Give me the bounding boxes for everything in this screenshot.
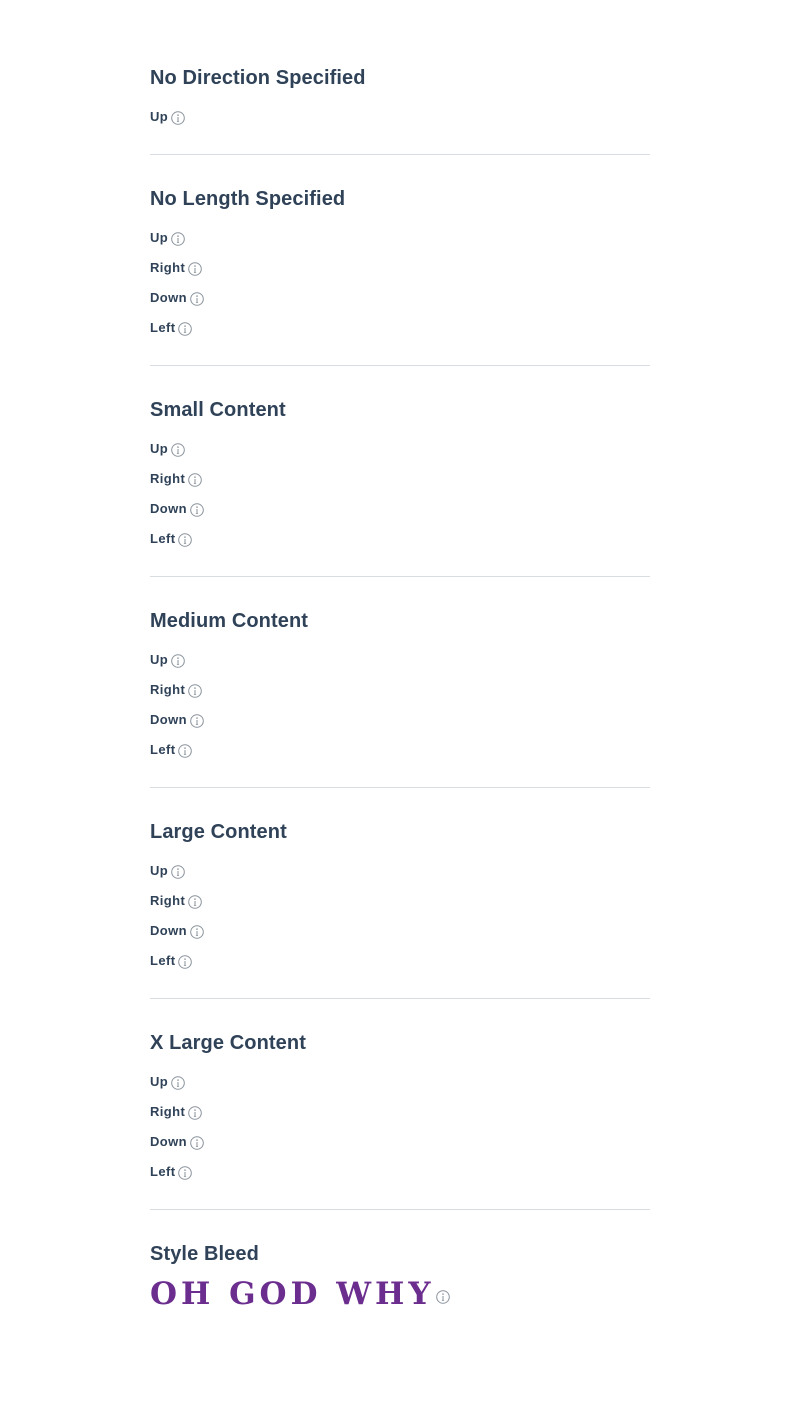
section-title: Large Content [150, 821, 287, 843]
section-title: No Direction Specified [150, 67, 366, 89]
section-x-large-content: X Large Content Up Right Down Left [150, 1031, 650, 1210]
row-label: Up [150, 652, 169, 667]
section-title: X Large Content [150, 1032, 306, 1054]
tooltip-row-up: Up [150, 441, 650, 471]
style-bleed-row: OH GOD WHY [150, 1276, 650, 1312]
section-title: No Length Specified [150, 188, 346, 210]
tooltip-list: Up Right Down Left [150, 863, 650, 983]
row-label: Left [150, 742, 176, 757]
tooltip-row-up: Up [150, 863, 650, 893]
tooltip-row-down: Down [150, 501, 650, 531]
info-icon[interactable] [190, 714, 204, 728]
row-label: Down [150, 290, 187, 305]
info-icon[interactable] [178, 1166, 193, 1180]
info-icon[interactable] [190, 1136, 204, 1150]
row-label: Down [150, 712, 187, 727]
tooltip-row-right: Right [150, 682, 650, 712]
info-icon[interactable] [436, 1290, 451, 1304]
info-icon[interactable] [188, 1106, 203, 1120]
row-label: Left [150, 953, 176, 968]
tooltip-row-left: Left [150, 1164, 650, 1194]
info-icon[interactable] [188, 473, 203, 487]
section-small-content: Small Content Up Right Down Left [150, 398, 650, 577]
row-label: Up [150, 441, 169, 456]
info-icon[interactable] [188, 895, 203, 909]
tooltip-row-down: Down [150, 1134, 650, 1164]
tooltip-list: Up Right Down Left [150, 1074, 650, 1194]
section-medium-content: Medium Content Up Right Down Left [150, 609, 650, 788]
section-title: Medium Content [150, 610, 309, 632]
tooltip-row-up: Up [150, 230, 650, 260]
row-label: Down [150, 501, 187, 516]
section-style-bleed: Style Bleed OH GOD WHY [150, 1242, 650, 1312]
row-label: Left [150, 1164, 176, 1179]
tooltip-row-right: Right [150, 471, 650, 501]
row-label: Right [150, 893, 186, 908]
tooltip-row-left: Left [150, 531, 650, 561]
tooltip-row-right: Right [150, 1104, 650, 1134]
tooltip-row-left: Left [150, 953, 650, 983]
row-label: Right [150, 682, 186, 697]
section-large-content: Large Content Up Right Down Left [150, 820, 650, 999]
info-icon[interactable] [178, 744, 193, 758]
tooltip-row-up: Up [150, 1074, 650, 1104]
row-label: Up [150, 863, 169, 878]
tooltip-row-down: Down [150, 923, 650, 953]
page-content: No Direction Specified Up No Length Spec… [150, 0, 650, 1312]
info-icon[interactable] [178, 322, 193, 336]
tooltip-row-left: Left [150, 742, 650, 772]
tooltip-row-down: Down [150, 290, 650, 320]
row-label: Right [150, 471, 186, 486]
tooltip-row-down: Down [150, 712, 650, 742]
tooltip-list: Up [150, 109, 650, 139]
info-icon[interactable] [171, 111, 185, 125]
info-icon[interactable] [178, 955, 193, 969]
section-no-length: No Length Specified Up Right Down Left [150, 187, 650, 366]
row-label: Up [150, 230, 169, 245]
info-icon[interactable] [178, 533, 193, 547]
info-icon[interactable] [190, 292, 204, 306]
row-label: Left [150, 531, 176, 546]
tooltip-row-left: Left [150, 320, 650, 350]
style-bleed-text: OH GOD WHY [150, 1276, 435, 1312]
info-icon[interactable] [190, 925, 204, 939]
info-icon[interactable] [188, 262, 203, 276]
row-label: Right [150, 260, 186, 275]
info-icon[interactable] [188, 684, 203, 698]
info-icon[interactable] [171, 232, 185, 246]
info-icon[interactable] [171, 443, 185, 457]
info-icon[interactable] [171, 865, 185, 879]
row-label: Down [150, 923, 187, 938]
info-icon[interactable] [190, 503, 204, 517]
info-icon[interactable] [171, 1076, 185, 1090]
info-icon[interactable] [171, 654, 185, 668]
row-label: Right [150, 1104, 186, 1119]
row-label: Up [150, 1074, 169, 1089]
tooltip-row-up: Up [150, 109, 650, 139]
section-title: Small Content [150, 399, 286, 421]
row-label: Up [150, 109, 169, 124]
tooltip-list: Up Right Down Left [150, 441, 650, 561]
tooltip-row-up: Up [150, 652, 650, 682]
tooltip-row-right: Right [150, 260, 650, 290]
section-title: Style Bleed [150, 1243, 259, 1265]
tooltip-list: Up Right Down Left [150, 230, 650, 350]
row-label: Left [150, 320, 176, 335]
tooltip-row-right: Right [150, 893, 650, 923]
section-no-direction: No Direction Specified Up [150, 66, 650, 155]
tooltip-list: Up Right Down Left [150, 652, 650, 772]
row-label: Down [150, 1134, 187, 1149]
